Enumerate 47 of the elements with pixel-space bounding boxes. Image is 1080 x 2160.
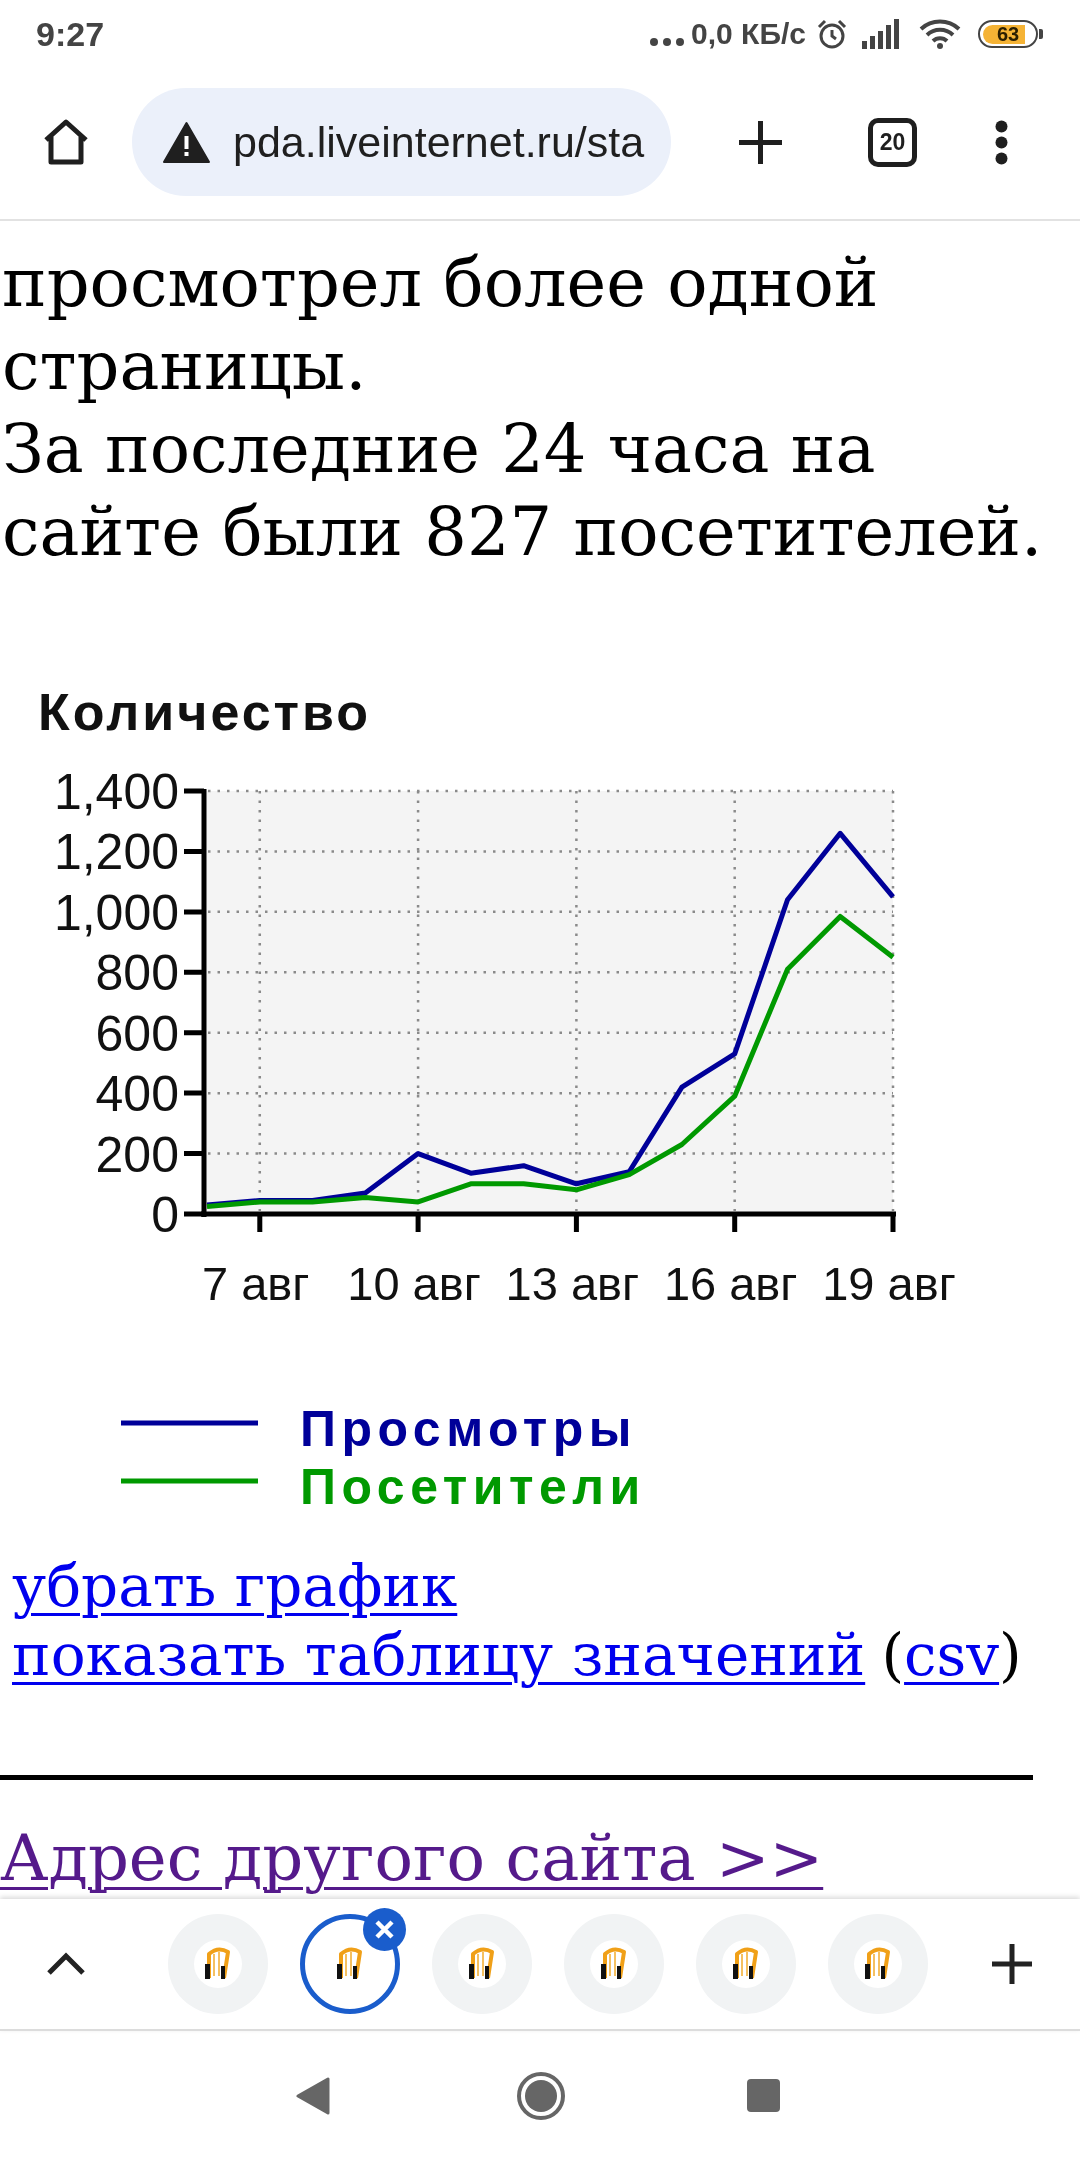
plain-text: ) bbox=[999, 1621, 1022, 1689]
x-tick-label: 16 авг bbox=[663, 1257, 798, 1310]
legend-label: Посетители bbox=[300, 1459, 646, 1515]
paragraph-text: За последние 24 часа на сайте были 827 посетителей. bbox=[1, 409, 1044, 573]
network-speed: 0,0 КБ/с bbox=[691, 19, 806, 49]
link[interactable]: убрать график bbox=[12, 1552, 458, 1620]
legend-line-icon bbox=[121, 1478, 258, 1484]
axis-title: Количество bbox=[38, 683, 372, 741]
link[interactable]: csv bbox=[904, 1621, 1000, 1689]
caret-icon[interactable] bbox=[46, 1952, 86, 1976]
dots-icon bbox=[650, 38, 685, 46]
harp-icon bbox=[590, 1940, 638, 1988]
address-bar[interactable]: pda.liveinternet.ru/sta bbox=[132, 88, 671, 196]
y-tick-label: 800 bbox=[95, 945, 179, 1002]
plus-icon[interactable] bbox=[737, 118, 784, 166]
legend-label: Просмотры bbox=[300, 1401, 638, 1457]
menu-icon[interactable] bbox=[995, 119, 1008, 165]
y-tick-label: 0 bbox=[151, 1187, 179, 1243]
y-tick-label: 1,000 bbox=[53, 884, 179, 941]
y-tick-label: 600 bbox=[95, 1005, 179, 1062]
y-tick-label: 400 bbox=[95, 1066, 179, 1123]
link[interactable]: Адрес другого сайта >> bbox=[0, 1821, 824, 1895]
warning-icon bbox=[162, 120, 211, 164]
x-tick-label: 19 авг bbox=[822, 1257, 956, 1310]
legend-line-icon bbox=[121, 1420, 258, 1426]
harp-icon bbox=[458, 1940, 506, 1988]
back-icon[interactable] bbox=[296, 2076, 330, 2115]
y-tick-label: 200 bbox=[95, 1126, 179, 1183]
harp-icon bbox=[854, 1940, 902, 1988]
harp-icon bbox=[194, 1940, 242, 1988]
wifi-icon bbox=[919, 19, 961, 49]
x-tick-label: 13 авг bbox=[505, 1257, 640, 1310]
harp-icon bbox=[722, 1940, 770, 1988]
signal-icon bbox=[862, 19, 902, 49]
y-tick-label: 1,200 bbox=[53, 824, 179, 881]
alarm-clock-icon bbox=[816, 18, 848, 50]
tab-count-button[interactable]: 20 bbox=[868, 117, 917, 167]
x-tick-label: 7 авг bbox=[202, 1257, 310, 1310]
status-time: 9:27 bbox=[36, 17, 105, 51]
paragraph-text: просмотрел более одной страницы. bbox=[1, 243, 880, 407]
x-tick-label: 10 авг bbox=[347, 1257, 481, 1310]
close-icon[interactable] bbox=[363, 1908, 406, 1951]
battery-indicator: 63 bbox=[978, 20, 1043, 48]
y-tick-label: 1,400 bbox=[53, 764, 179, 820]
plain-text: ( bbox=[881, 1621, 905, 1689]
plus-icon[interactable] bbox=[990, 1942, 1034, 1986]
link[interactable]: показать таблицу значений bbox=[12, 1621, 866, 1689]
